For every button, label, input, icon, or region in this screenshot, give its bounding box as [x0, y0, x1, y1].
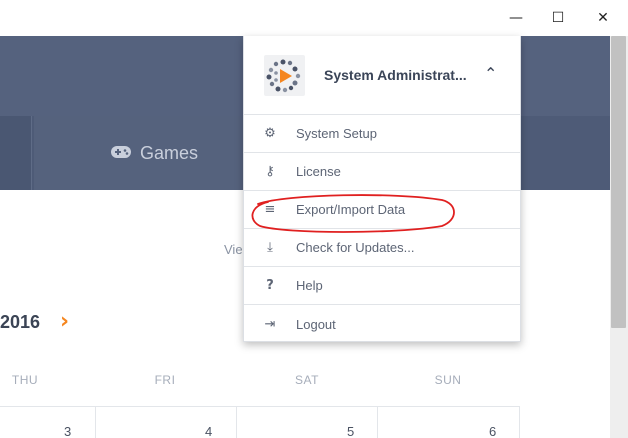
next-month-icon[interactable]: ›: [60, 309, 69, 334]
user-dropdown-menu: System Administrat... ⌃ ⚙ System Setup ⚷…: [243, 36, 521, 342]
maximize-button[interactable]: ☐: [543, 6, 573, 30]
day-header-sat: SAT: [295, 373, 319, 387]
menu-item-label: Help: [296, 278, 323, 293]
calendar-date: 4: [205, 424, 213, 438]
minimize-button[interactable]: —: [501, 6, 531, 30]
user-menu-toggle[interactable]: System Administrat... ⌃: [244, 36, 520, 115]
calendar-date: 5: [347, 424, 355, 438]
nav-item-games[interactable]: Games: [34, 116, 274, 190]
logout-icon: ⇥: [264, 316, 276, 332]
download-icon: ⤓: [267, 240, 273, 255]
view-link[interactable]: Vie: [224, 242, 243, 257]
menu-item-help[interactable]: ? Help: [244, 267, 520, 305]
calendar-cell[interactable]: [0, 407, 96, 438]
menu-item-label: Check for Updates...: [296, 240, 415, 255]
menu-item-label: License: [296, 164, 341, 179]
day-header-thu: THU: [11, 373, 39, 387]
calendar-cell[interactable]: [96, 407, 237, 438]
app-logo-icon: [264, 55, 305, 96]
day-header-fri: FRI: [154, 373, 176, 387]
menu-item-check-for-updates[interactable]: ⤓ Check for Updates...: [244, 229, 520, 267]
calendar-year: 2016: [0, 312, 41, 332]
chevron-up-icon: ⌃: [484, 64, 498, 83]
menu-item-label: Logout: [296, 316, 336, 332]
day-header-sun: SUN: [434, 373, 462, 387]
close-button[interactable]: ✕: [588, 6, 618, 30]
nav-games-label: Games: [139, 142, 199, 163]
question-icon: ?: [266, 278, 274, 293]
menu-item-system-setup[interactable]: ⚙ System Setup: [244, 115, 520, 153]
database-icon: ≡: [264, 202, 276, 217]
calendar-date: 6: [489, 424, 497, 438]
menu-item-export-import-data[interactable]: ≡ Export/Import Data: [244, 191, 520, 229]
nav-item-previous[interactable]: [0, 116, 32, 190]
calendar-week-row: [0, 406, 520, 438]
menu-item-license[interactable]: ⚷ License: [244, 153, 520, 191]
window-titlebar: — ☐ ✕: [0, 0, 628, 36]
user-name: System Administrat...: [324, 67, 467, 83]
gear-icon: ⚙: [264, 126, 276, 141]
calendar-date: 3: [64, 424, 72, 438]
menu-item-logout[interactable]: ⇥ Logout: [244, 305, 520, 343]
key-icon: ⚷: [265, 164, 275, 179]
menu-item-label: Export/Import Data: [296, 202, 406, 217]
calendar-cell[interactable]: [378, 407, 520, 438]
calendar-cell[interactable]: [237, 407, 378, 438]
scrollbar-thumb[interactable]: [611, 36, 626, 328]
menu-item-label: System Setup: [296, 126, 377, 141]
gamepad-icon: [110, 144, 132, 163]
